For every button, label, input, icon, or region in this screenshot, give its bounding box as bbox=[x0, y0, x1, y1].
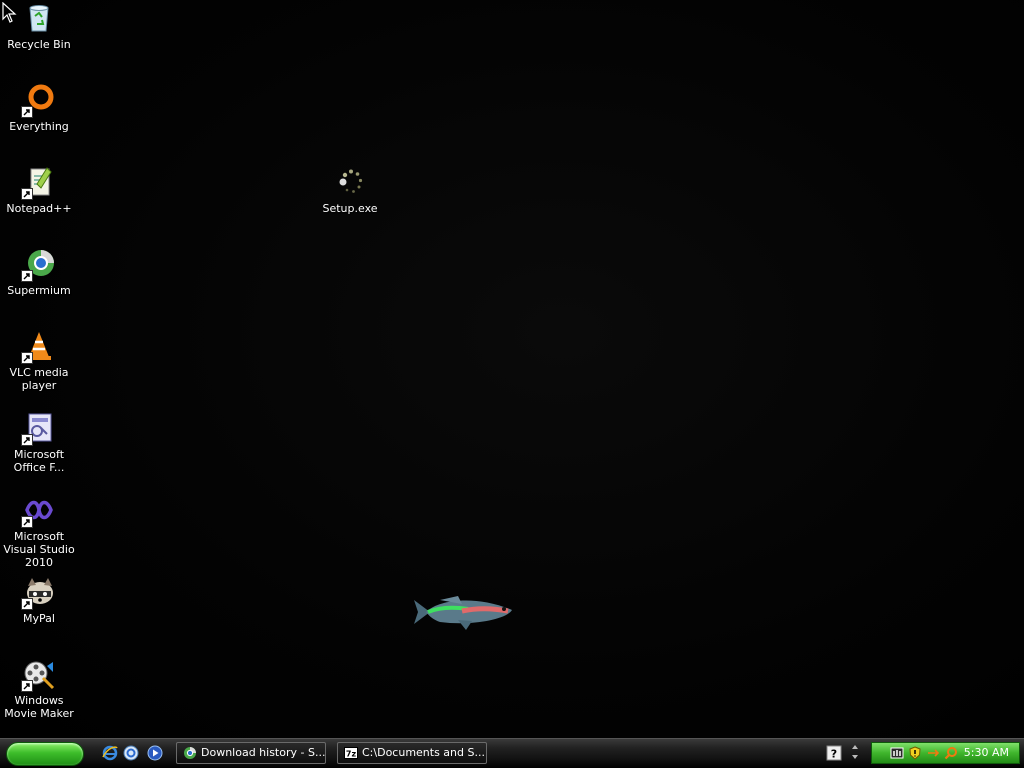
desktop-icon-label: VLC media player bbox=[9, 366, 69, 392]
everything-icon bbox=[21, 84, 55, 118]
desktop-icon-notepad-plus-plus[interactable]: Notepad++ bbox=[0, 166, 78, 215]
shortcut-arrow-icon bbox=[21, 680, 33, 692]
shortcut-arrow-icon bbox=[21, 270, 33, 282]
desktop-icon-label: Recycle Bin bbox=[7, 38, 71, 51]
desktop-icon-supermium[interactable]: Supermium bbox=[0, 248, 78, 297]
setup-exe-icon bbox=[334, 166, 366, 198]
network-icon[interactable] bbox=[890, 746, 904, 760]
desktop-icon-label: MyPal bbox=[23, 612, 55, 625]
shortcut-arrow-icon bbox=[21, 188, 33, 200]
tray-arrow-icon[interactable] bbox=[926, 746, 940, 760]
help-icon[interactable]: ? bbox=[826, 745, 842, 761]
desktop-icon-label: Windows Movie Maker bbox=[4, 694, 74, 720]
task-download-history[interactable]: Download history - S... bbox=[176, 742, 326, 764]
vlc-icon bbox=[21, 330, 55, 364]
supermium-icon bbox=[183, 746, 197, 760]
notepad-plus-plus-icon bbox=[21, 166, 55, 200]
task-label: Download history - S... bbox=[201, 746, 326, 759]
desktop-icon-recycle-bin[interactable]: Recycle Bin bbox=[0, 2, 78, 51]
desktop-icon-visual-studio[interactable]: Microsoft Visual Studio 2010 bbox=[0, 494, 78, 569]
clock[interactable]: 5:30 AM bbox=[964, 743, 1009, 763]
desktop-icon-label: Notepad++ bbox=[6, 202, 72, 215]
shortcut-arrow-icon bbox=[21, 516, 33, 528]
7zip-icon: 7z bbox=[344, 746, 358, 760]
shortcut-arrow-icon bbox=[21, 352, 33, 364]
input-indicator-arrows-icon[interactable] bbox=[850, 742, 860, 762]
recycle-bin-icon bbox=[23, 2, 55, 34]
desktop-icon-office-forms[interactable]: Microsoft Office F... bbox=[0, 412, 78, 474]
supermium-icon bbox=[21, 248, 55, 282]
desktop-icon-mypal[interactable]: MyPal bbox=[0, 576, 78, 625]
office-forms-icon bbox=[21, 412, 55, 446]
show-desktop-icon[interactable] bbox=[123, 745, 139, 761]
search-icon[interactable] bbox=[944, 746, 958, 760]
desktop-icon-label: Microsoft Visual Studio 2010 bbox=[3, 530, 75, 569]
desktop-icon-movie-maker[interactable]: Windows Movie Maker bbox=[0, 658, 78, 720]
visual-studio-icon bbox=[21, 494, 55, 528]
desktop-icon-label: Microsoft Office F... bbox=[13, 448, 65, 474]
task-documents-7zip[interactable]: 7z C:\Documents and S... bbox=[337, 742, 487, 764]
task-label: C:\Documents and S... bbox=[362, 746, 485, 759]
desktop: Recycle Bin Everything Notepad++ Supermi… bbox=[0, 0, 1024, 738]
svg-text:7z: 7z bbox=[346, 750, 357, 759]
movie-maker-icon bbox=[21, 658, 55, 692]
media-player-icon[interactable] bbox=[147, 745, 163, 761]
desktop-icon-everything[interactable]: Everything bbox=[0, 84, 78, 133]
internet-explorer-icon[interactable] bbox=[102, 745, 118, 761]
shortcut-arrow-icon bbox=[21, 434, 33, 446]
fish-image bbox=[410, 590, 520, 634]
system-tray: 5:30 AM bbox=[871, 742, 1020, 764]
desktop-icon-label: Supermium bbox=[7, 284, 71, 297]
start-button[interactable] bbox=[6, 742, 84, 766]
desktop-icon-vlc[interactable]: VLC media player bbox=[0, 330, 78, 392]
desktop-icon-label: Setup.exe bbox=[322, 202, 378, 215]
desktop-icon-setup-exe[interactable]: Setup.exe bbox=[311, 166, 389, 215]
svg-text:?: ? bbox=[831, 748, 837, 761]
taskbar: Download history - S... 7z C:\Documents … bbox=[0, 738, 1024, 768]
mypal-icon bbox=[21, 576, 55, 610]
security-shield-icon[interactable] bbox=[908, 746, 922, 760]
desktop-icon-label: Everything bbox=[9, 120, 69, 133]
shortcut-arrow-icon bbox=[21, 106, 33, 118]
shortcut-arrow-icon bbox=[21, 598, 33, 610]
